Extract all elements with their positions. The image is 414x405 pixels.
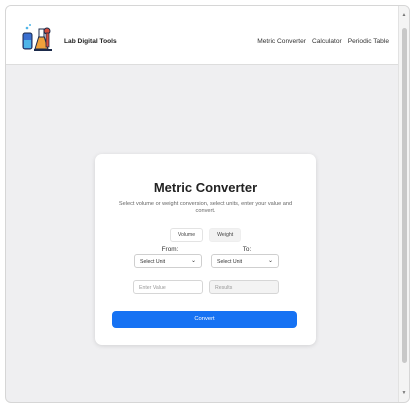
scroll-down-arrow-icon[interactable]: ▼ <box>401 390 407 396</box>
brand-name[interactable]: Lab Digital Tools <box>64 38 117 45</box>
navbar: Lab Digital Tools Metric Converter Calcu… <box>6 6 398 65</box>
lab-logo-icon[interactable] <box>20 23 54 53</box>
tab-weight[interactable]: Weight <box>209 228 242 242</box>
chevron-down-icon: ⌄ <box>267 258 273 264</box>
browser-viewport: Lab Digital Tools Metric Converter Calcu… <box>5 5 410 403</box>
nav-link-metric-converter[interactable]: Metric Converter <box>254 38 309 46</box>
chevron-down-icon: ⌄ <box>190 258 196 264</box>
converter-card: Metric Converter Select volume or weight… <box>95 154 316 345</box>
from-label: From: <box>161 246 179 253</box>
to-unit-select-value: Select Unit <box>217 259 243 265</box>
converter-description: Select volume or weight conversion, sele… <box>118 201 293 214</box>
scroll-up-arrow-icon[interactable]: ▲ <box>401 12 407 18</box>
results-field: Results <box>209 280 279 294</box>
convert-button[interactable]: Convert <box>112 311 297 328</box>
scroll-thumb[interactable] <box>402 28 407 363</box>
from-unit-select[interactable]: Select Unit ⌄ <box>134 254 202 268</box>
vertical-scrollbar[interactable]: ▲ ▼ <box>398 6 409 402</box>
from-unit-select-value: Select Unit <box>140 259 166 265</box>
nav-links: Metric Converter Calculator Periodic Tab… <box>254 38 392 46</box>
value-input[interactable]: Enter Value <box>133 280 203 294</box>
to-label: To: <box>242 246 252 253</box>
nav-link-calculator[interactable]: Calculator <box>309 38 345 46</box>
nav-link-periodic-table[interactable]: Periodic Table <box>345 38 392 46</box>
conversion-type-toggle: Volume Weight <box>95 228 316 242</box>
converter-title: Metric Converter <box>153 180 258 195</box>
tab-volume[interactable]: Volume <box>169 228 204 242</box>
to-unit-select[interactable]: Select Unit ⌄ <box>211 254 279 268</box>
